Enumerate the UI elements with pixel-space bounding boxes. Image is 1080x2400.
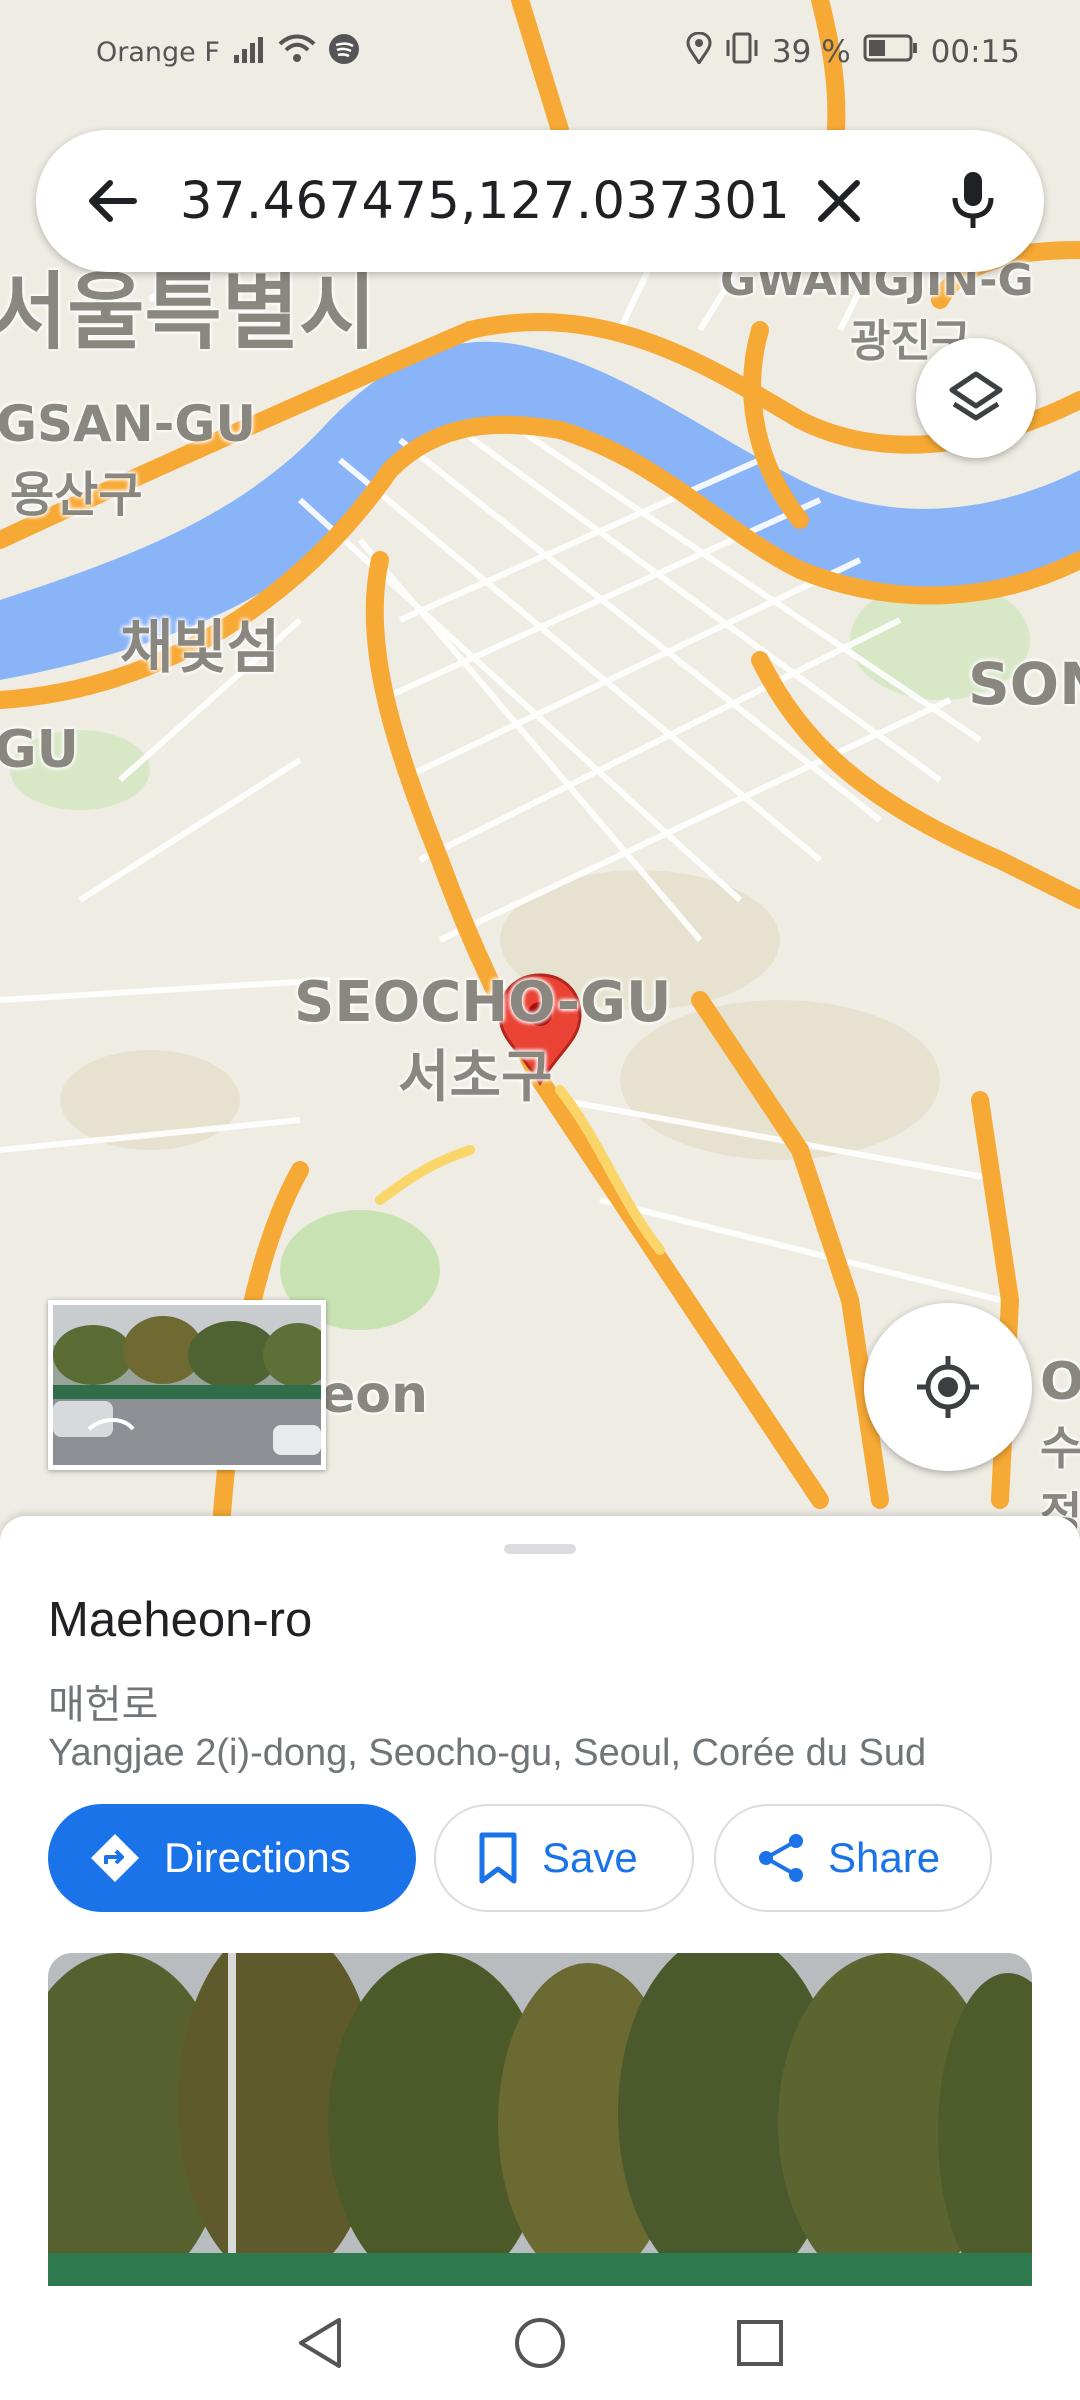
directions-icon — [91, 1834, 139, 1882]
close-icon — [818, 180, 860, 222]
vibrate-icon — [724, 32, 760, 72]
place-photo-image — [48, 1953, 1032, 2286]
map-label-right-bottom: OI — [1040, 1352, 1080, 1412]
save-label: Save — [542, 1834, 638, 1881]
sheet-drag-handle[interactable] — [504, 1544, 576, 1554]
search-bar[interactable]: 37.467475,127.037301 — [36, 130, 1044, 272]
system-nav-bar — [0, 2286, 1080, 2400]
save-button[interactable]: Save — [434, 1804, 694, 1912]
street-view-thumbnail[interactable] — [48, 1300, 326, 1470]
layers-button[interactable] — [916, 338, 1036, 458]
voice-search-button[interactable] — [938, 166, 1008, 236]
share-icon — [759, 1834, 803, 1882]
place-local-name: 매헌로 — [48, 1682, 159, 1728]
battery-icon — [863, 34, 919, 70]
map-label-songpa: SON — [968, 650, 1080, 718]
carrier-name: Orange F — [96, 36, 220, 68]
location-icon — [686, 31, 712, 72]
status-left: Orange F — [96, 33, 360, 72]
my-location-icon — [917, 1356, 979, 1418]
my-location-button[interactable] — [864, 1303, 1032, 1471]
map-label-seocho-ko: 서초구 — [398, 1045, 553, 1110]
battery-percent: 39 % — [771, 34, 851, 70]
directions-button[interactable]: Directions — [48, 1804, 416, 1912]
place-address: Yangjae 2(i)-dong, Seocho-gu, Seoul, Cor… — [48, 1732, 927, 1774]
map-label-yongsan: GSAN-GU — [0, 395, 256, 453]
map-label-yongsan-ko: 용산구 — [10, 467, 143, 523]
map-label-island: 채빛섬 — [120, 613, 281, 681]
share-label: Share — [828, 1834, 941, 1881]
directions-label: Directions — [164, 1834, 351, 1881]
place-sheet[interactable]: Maeheon-ro 매헌로 Yangjae 2(i)-dong, Seocho… — [0, 1516, 1080, 2286]
street-view-image — [53, 1305, 321, 1465]
search-input[interactable]: 37.467475,127.037301 — [144, 172, 804, 231]
bookmark-icon — [479, 1832, 517, 1884]
nav-home-button[interactable] — [505, 2308, 575, 2378]
signal-icon — [232, 35, 266, 70]
nav-back-icon — [299, 2318, 341, 2368]
clear-search-button[interactable] — [804, 166, 874, 236]
status-right: 39 % 00:15 — [686, 31, 1020, 72]
back-arrow-icon — [89, 180, 137, 222]
place-photo[interactable] — [48, 1953, 1032, 2286]
map-label-eon: eon — [320, 1365, 429, 1425]
place-title: Maeheon-ro — [48, 1593, 313, 1647]
maps-screen: 서울특별시 GWANGJIN-G 광진구 GSAN-GU 용산구 채빛섬 SON… — [0, 0, 1080, 2400]
nav-home-icon — [515, 2318, 565, 2368]
nav-back-button[interactable] — [285, 2308, 355, 2378]
back-button[interactable] — [80, 169, 144, 233]
status-bar: Orange F 39 % 00:15 — [0, 0, 1080, 104]
wifi-icon — [278, 34, 316, 71]
share-button[interactable]: Share — [714, 1804, 992, 1912]
mic-icon — [952, 172, 994, 228]
layers-icon — [949, 371, 1003, 421]
spotify-icon — [328, 33, 360, 72]
nav-recents-button[interactable] — [725, 2308, 795, 2378]
map-label-gu: GU — [0, 720, 79, 780]
nav-recents-icon — [737, 2320, 783, 2366]
clock: 00:15 — [930, 34, 1020, 70]
map-label-seocho: SEOCHO-GU — [294, 970, 672, 1035]
